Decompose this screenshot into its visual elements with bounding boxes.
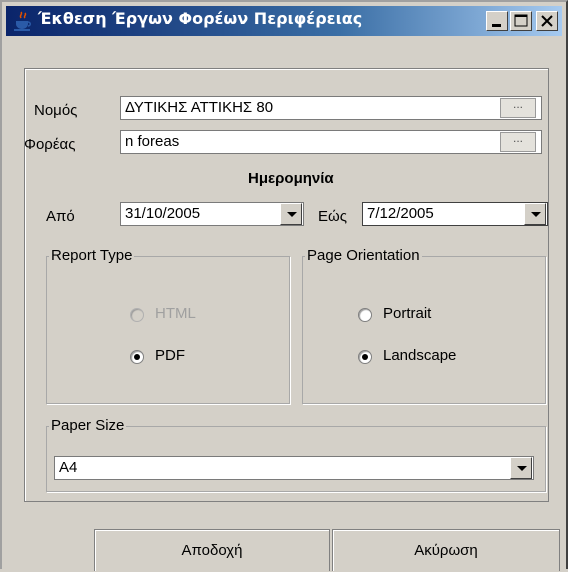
minimize-button[interactable] xyxy=(486,11,508,31)
landscape-radio[interactable] xyxy=(358,350,372,364)
paper-size-dropdown-button[interactable] xyxy=(510,457,532,479)
html-radio-label: HTML xyxy=(155,305,196,322)
from-date-label: Από xyxy=(46,208,75,225)
nomos-field[interactable]: ΔΥΤΙΚΗΣ ΑΤΤΙΚΗΣ 80 xyxy=(120,96,542,120)
java-cup-icon[interactable] xyxy=(12,10,34,32)
foreas-label: Φορέας xyxy=(24,136,76,153)
portrait-radio-label[interactable]: Portrait xyxy=(383,305,431,322)
close-button[interactable] xyxy=(536,11,558,31)
ok-button[interactable]: Αποδοχή xyxy=(94,529,330,571)
paper-size-title: Paper Size xyxy=(49,417,127,434)
foreas-browse-button[interactable]: ... xyxy=(500,132,536,152)
page-orientation-title: Page Orientation xyxy=(305,247,422,264)
maximize-button[interactable] xyxy=(510,11,532,31)
close-icon xyxy=(541,15,553,27)
report-type-title: Report Type xyxy=(49,247,135,264)
from-date-dropdown-button[interactable] xyxy=(280,203,302,225)
window-title: Έκθεση Έργων Φορέων Περιφέρειας xyxy=(38,9,363,28)
html-radio xyxy=(130,308,144,322)
from-date-field[interactable]: 31/10/2005 xyxy=(120,202,304,226)
paper-size-select[interactable]: A4 xyxy=(54,456,534,480)
date-heading: Ημερομηνία xyxy=(248,170,334,187)
nomos-label: Νομός xyxy=(34,102,78,119)
maximize-icon xyxy=(514,14,528,27)
title-bar[interactable]: Έκθεση Έργων Φορέων Περιφέρειας xyxy=(6,6,562,36)
portrait-radio[interactable] xyxy=(358,308,372,322)
report-type-group: Report Type xyxy=(46,247,290,404)
dialog-window: Έκθεση Έργων Φορέων Περιφέρειας Νομός ΔΥ… xyxy=(0,0,568,571)
nomos-browse-button[interactable]: ... xyxy=(500,98,536,118)
cancel-button[interactable]: Ακύρωση xyxy=(332,529,560,571)
minimize-icon xyxy=(492,24,501,27)
pdf-radio-label[interactable]: PDF xyxy=(155,347,185,364)
to-date-field[interactable]: 7/12/2005 xyxy=(362,202,548,226)
to-date-dropdown-button[interactable] xyxy=(524,203,546,225)
page-orientation-group: Page Orientation xyxy=(302,247,546,404)
landscape-radio-label[interactable]: Landscape xyxy=(383,347,456,364)
pdf-radio[interactable] xyxy=(130,350,144,364)
to-date-label: Εώς xyxy=(318,208,347,225)
foreas-field[interactable]: n foreas xyxy=(120,130,542,154)
